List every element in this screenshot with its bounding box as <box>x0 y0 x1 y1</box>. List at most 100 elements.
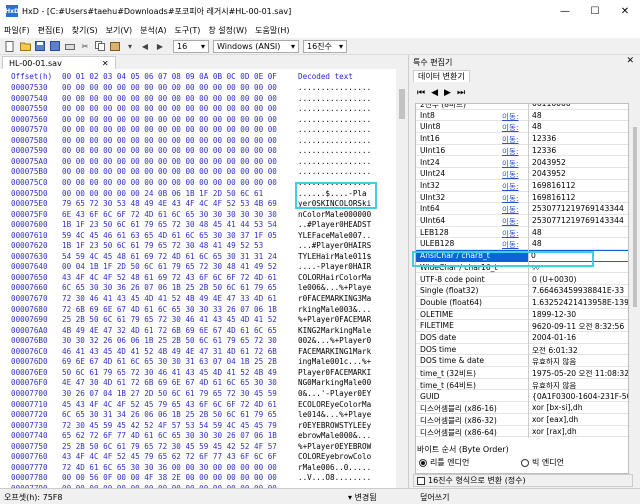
hex-row[interactable]: 000076A0 4B 49 4E 47 32 4D 61 72 6B 69 6E… <box>0 326 396 337</box>
row-bytes[interactable]: 00 00 00 00 00 00 00 00 00 00 00 00 00 0… <box>62 104 277 113</box>
hex-row[interactable]: 000075F0 6E 43 6F 6C 6F 72 4D 61 6C 65 30… <box>0 210 396 221</box>
row-value[interactable]: 7.66463459938841E-33 <box>532 286 624 295</box>
next-icon[interactable]: ▶ <box>444 88 451 98</box>
hex-row[interactable]: 00007660 6C 65 30 30 36 26 07 06 1B 25 2B… <box>0 283 396 294</box>
row-value[interactable]: 2043952 <box>532 169 566 178</box>
row-bytes[interactable]: 00 00 00 00 00 00 00 00 00 00 00 00 00 0… <box>62 83 277 92</box>
menu-edit[interactable]: 편집(E) <box>38 25 64 36</box>
row-bytes[interactable]: 00 00 00 00 00 00 00 00 00 00 00 00 00 0… <box>62 136 277 145</box>
maximize-button[interactable]: ☐ <box>580 0 610 22</box>
goto-link[interactable]: 이동: <box>502 122 519 133</box>
row-bytes[interactable]: 30 30 32 26 06 06 1B 25 2B 50 6C 61 79 6… <box>62 336 277 345</box>
row-value[interactable]: 2530771219769143344 <box>532 216 624 225</box>
new-file-icon[interactable] <box>4 40 16 52</box>
row-bytes[interactable]: 30 26 07 04 1B 27 2D 50 6C 61 79 65 72 3… <box>62 389 277 398</box>
inspector-row[interactable]: UTF-8 code point 0 (U+0030) <box>416 273 628 286</box>
row-decoded-text[interactable]: ................ <box>298 115 371 124</box>
goto-link[interactable]: 이동: <box>502 181 519 192</box>
menu-file[interactable]: 파일(F) <box>4 25 30 36</box>
row-bytes[interactable]: 46 41 43 45 4D 41 52 4B 49 4E 47 31 4D 6… <box>62 347 277 356</box>
hex-row[interactable]: 00007650 43 4F 4C 4F 52 48 61 69 72 43 6F… <box>0 273 396 284</box>
row-decoded-text[interactable]: ................ <box>298 167 371 176</box>
row-value[interactable]: 48 <box>532 122 542 131</box>
row-bytes[interactable]: 43 4F 4C 4F 52 45 79 65 62 72 6F 77 43 6… <box>62 452 277 461</box>
inspector-row[interactable]: 디스어셈블리 (x86-64) xor [rax],dh <box>416 425 628 438</box>
tab-data-inspector[interactable]: 데이터 변환기 <box>413 70 470 82</box>
row-decoded-text[interactable]: TYLEHairMale011$ <box>298 252 371 261</box>
row-decoded-text[interactable]: COLORHairColorMa <box>298 273 371 282</box>
row-bytes[interactable]: 6E 43 6F 6C 6F 72 4D 61 6C 65 30 30 30 3… <box>62 210 277 219</box>
inspector-row[interactable]: FILETIME 9620-09-11 오전 8:32:56 <box>416 320 628 333</box>
goto-link[interactable]: 이동: <box>502 169 519 180</box>
row-value[interactable]: 169816112 <box>532 193 575 202</box>
inspector-row[interactable]: UInt8 이동: 48 <box>416 121 628 134</box>
row-decoded-text[interactable]: FACEMARKING1Mark <box>298 347 371 356</box>
row-value[interactable]: 1899-12-30 <box>532 310 576 319</box>
row-decoded-text[interactable]: ................ <box>298 94 371 103</box>
row-decoded-text[interactable]: rMale006..0..... <box>298 463 371 472</box>
row-decoded-text[interactable]: ..V...O8........ <box>298 473 371 482</box>
next-icon[interactable]: ▶ <box>154 40 166 52</box>
row-value[interactable]: 0 (U+0030) <box>532 275 576 284</box>
row-decoded-text[interactable]: Player0FACEMARKI <box>298 368 371 377</box>
row-decoded-text[interactable]: ebrowMale000&... <box>298 431 371 440</box>
hex-row[interactable]: 00007560 00 00 00 00 00 00 00 00 00 00 00… <box>0 115 396 126</box>
row-value[interactable]: xor [eax],dh <box>532 415 578 424</box>
hex-row[interactable]: 00007710 45 43 4F 4C 4F 52 45 79 65 43 6F… <box>0 400 396 411</box>
hex-row[interactable]: 000076D0 69 6E 67 4D 61 6C 65 30 30 31 63… <box>0 357 396 368</box>
hex-row[interactable]: 00007570 00 00 00 00 00 00 00 00 00 00 00… <box>0 125 396 136</box>
row-decoded-text[interactable]: YLEFaceMale007.. <box>298 231 371 240</box>
goto-link[interactable]: 이동: <box>502 239 519 250</box>
row-bytes[interactable]: 4B 49 4E 47 32 4D 61 72 6B 69 6E 67 4D 6… <box>62 326 277 335</box>
hex-row[interactable]: 000076F0 4E 47 30 4D 61 72 6B 69 6E 67 4D… <box>0 378 396 389</box>
row-decoded-text[interactable]: COLOREyebrowColo <box>298 452 371 461</box>
row-decoded-text[interactable]: ................ <box>298 146 371 155</box>
hex-row[interactable]: 00007780 00 00 56 0F 00 00 4F 38 2E 00 00… <box>0 473 396 484</box>
row-value[interactable]: 유효하지 않음 <box>532 356 576 367</box>
row-bytes[interactable]: 00 00 00 00 00 00 00 00 00 00 00 00 00 0… <box>62 115 277 124</box>
row-decoded-text[interactable]: ................ <box>298 157 371 166</box>
inspector-row[interactable]: UInt64 이동: 2530771219769143344 <box>416 215 628 227</box>
row-bytes[interactable]: 72 30 46 41 43 45 4D 41 52 4B 49 4E 47 3… <box>62 294 277 303</box>
row-decoded-text[interactable]: ..#Player0HEADST <box>298 220 371 229</box>
hex-editor-pane[interactable]: Offset(h) 00 01 02 03 04 05 06 07 08 09 … <box>0 69 396 488</box>
goto-link[interactable]: 이동: <box>502 146 519 157</box>
inspector-row[interactable]: LEB128 이동: 48 <box>416 226 628 239</box>
row-decoded-text[interactable]: ................ <box>298 125 371 134</box>
row-decoded-text[interactable]: ingMale001c...%+ <box>298 357 371 366</box>
row-bytes[interactable]: 43 4F 4C 4F 52 48 61 69 72 43 6F 6C 6F 7… <box>62 273 277 282</box>
row-value[interactable]: 2530771219769143344 <box>532 204 624 213</box>
row-decoded-text[interactable]: ...#Player0HAIRS <box>298 241 371 250</box>
row-value[interactable]: 2004-01-16 <box>532 333 576 342</box>
row-decoded-text[interactable]: ....-Player0HAIR <box>298 262 371 271</box>
row-value[interactable]: 12336 <box>532 146 556 155</box>
row-bytes[interactable]: 00 00 00 00 00 00 00 00 00 00 00 00 00 0… <box>62 157 277 166</box>
menu-search[interactable]: 찾기(S) <box>72 25 98 36</box>
goto-link[interactable]: 이동: <box>502 228 519 239</box>
inspector-row[interactable]: Int8 이동: 48 <box>416 109 628 122</box>
row-bytes[interactable]: 72 30 45 59 45 42 52 4F 57 53 54 59 4C 4… <box>62 421 277 430</box>
row-bytes[interactable]: 00 00 00 00 00 00 00 00 00 00 00 00 00 0… <box>62 146 277 155</box>
inspector-row[interactable]: GUID {0A1F0300-1604-231F-506C-61 <box>416 390 628 403</box>
inspector-row[interactable]: 디스어셈블리 (x86-16) xor [bx-si],dh <box>416 402 628 415</box>
hex-row[interactable]: 00007690 25 2B 50 6C 61 79 65 72 30 46 41… <box>0 315 396 326</box>
hex-row[interactable]: 000076B0 30 30 32 26 06 06 1B 25 2B 50 6C… <box>0 336 396 347</box>
goto-link[interactable]: 이동: <box>502 134 519 145</box>
inspector-row[interactable]: UInt16 이동: 12336 <box>416 144 628 157</box>
hex-row[interactable]: 00007620 1B 1F 23 50 6C 61 79 65 72 30 48… <box>0 241 396 252</box>
row-decoded-text[interactable]: KING2MarkingMale <box>298 326 371 335</box>
scrollbar-thumb[interactable] <box>633 127 637 307</box>
hex-row[interactable]: 00007740 65 62 72 6F 77 4D 61 6C 65 30 30… <box>0 431 396 442</box>
goto-link[interactable]: 이동: <box>502 216 519 227</box>
hex-row[interactable]: 000075B0 00 00 00 00 00 00 00 00 00 00 00… <box>0 167 396 178</box>
row-value[interactable]: 9620-09-11 오전 8:32:56 <box>532 321 624 332</box>
paste-icon[interactable] <box>109 40 121 52</box>
row-bytes[interactable]: 79 65 72 30 53 48 49 4E 43 4F 4C 4F 52 5… <box>62 199 277 208</box>
row-bytes[interactable]: 00 00 00 00 00 00 00 00 00 00 00 00 00 0… <box>62 167 277 176</box>
row-value[interactable]: 오전 6:01:32 <box>532 345 578 356</box>
hex-row[interactable]: 00007720 6C 65 30 31 34 26 06 06 1B 25 2B… <box>0 410 396 421</box>
hex-row[interactable]: 00007550 00 00 00 00 00 00 00 00 00 00 00… <box>0 104 396 115</box>
row-value[interactable]: xor [rax],dh <box>532 427 577 436</box>
menu-tools[interactable]: 도구(T) <box>175 25 201 36</box>
row-decoded-text[interactable]: NG0MarkingMale00 <box>298 378 371 387</box>
